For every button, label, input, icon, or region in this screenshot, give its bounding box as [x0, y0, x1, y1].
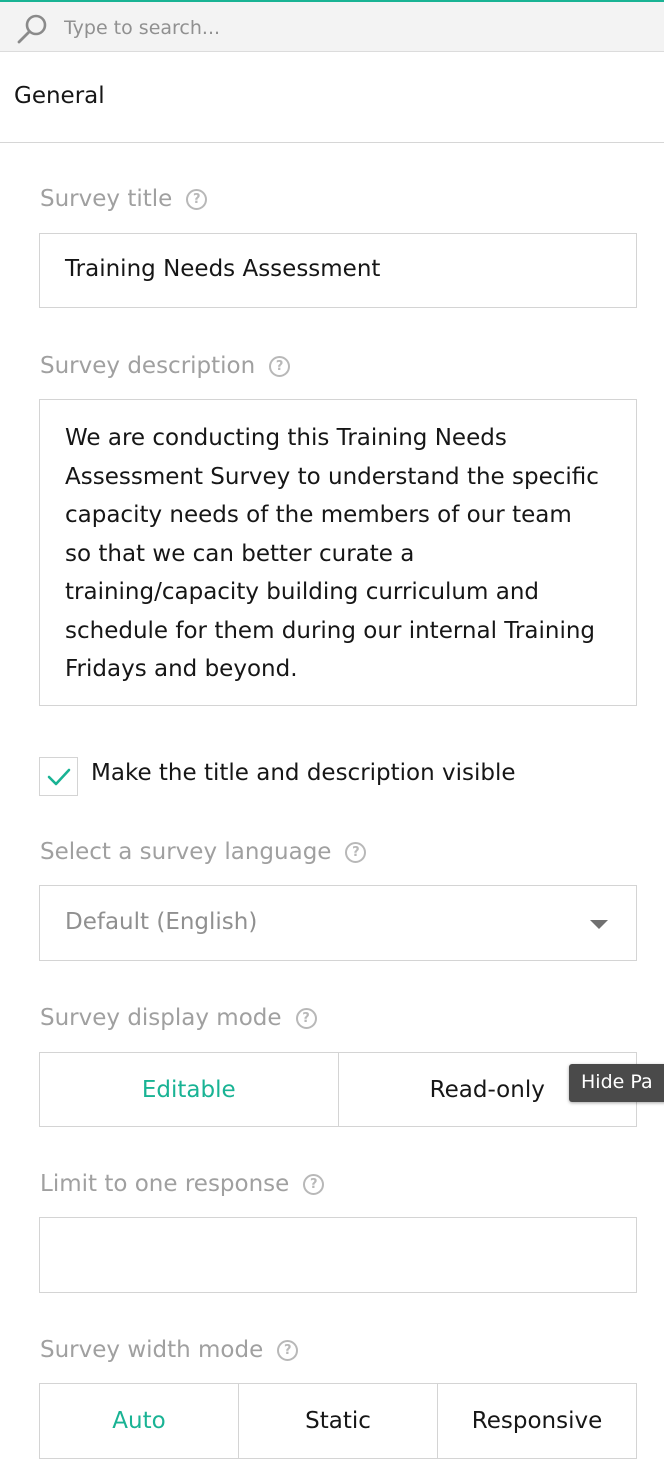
survey-language-value: Default (English) [65, 909, 258, 935]
survey-title-field[interactable]: Training Needs Assessment [39, 233, 637, 308]
width-mode-responsive-button[interactable]: Responsive [437, 1384, 636, 1458]
width-mode-label-text: Survey width mode [40, 1337, 264, 1363]
help-icon[interactable]: ? [277, 1339, 299, 1361]
display-mode-label: Survey display mode ? [40, 1005, 317, 1031]
search-input[interactable] [64, 14, 644, 42]
visibility-checkbox[interactable] [39, 757, 78, 796]
survey-description-field[interactable]: We are conducting this Training Needs As… [39, 399, 637, 706]
survey-description-label: Survey description ? [40, 353, 291, 379]
section-header-general[interactable]: General [0, 53, 664, 143]
check-icon [47, 768, 71, 786]
survey-language-select[interactable]: Default (English) [39, 885, 637, 961]
limit-response-field[interactable] [39, 1217, 637, 1293]
survey-title-label-text: Survey title [40, 186, 173, 212]
width-mode-toggle: Auto Static Responsive [39, 1383, 637, 1459]
width-mode-label: Survey width mode ? [40, 1337, 299, 1363]
width-mode-auto-button[interactable]: Auto [40, 1384, 238, 1458]
search-icon [17, 14, 47, 44]
survey-language-label: Select a survey language ? [40, 839, 367, 865]
display-mode-toggle: Editable Read-only [39, 1052, 637, 1127]
survey-title-value: Training Needs Assessment [65, 256, 381, 282]
visibility-checkbox-label[interactable]: Make the title and description visible [91, 760, 516, 786]
hide-panel-tooltip: Hide Pa [569, 1064, 664, 1102]
chevron-down-icon[interactable] [590, 920, 608, 929]
search-bar [0, 2, 664, 52]
section-title: General [14, 83, 105, 109]
survey-description-value: We are conducting this Training Needs As… [65, 425, 599, 682]
display-mode-label-text: Survey display mode [40, 1005, 282, 1031]
help-icon[interactable]: ? [186, 188, 208, 210]
display-mode-editable-button[interactable]: Editable [40, 1053, 338, 1126]
survey-title-label: Survey title ? [40, 186, 208, 212]
help-icon[interactable]: ? [269, 355, 291, 377]
limit-response-label: Limit to one response ? [40, 1171, 325, 1197]
width-mode-static-button[interactable]: Static [238, 1384, 437, 1458]
help-icon[interactable]: ? [345, 841, 367, 863]
limit-response-label-text: Limit to one response [40, 1171, 290, 1197]
help-icon[interactable]: ? [303, 1173, 325, 1195]
survey-language-label-text: Select a survey language [40, 839, 332, 865]
survey-description-label-text: Survey description [40, 353, 256, 379]
help-icon[interactable]: ? [295, 1007, 317, 1029]
